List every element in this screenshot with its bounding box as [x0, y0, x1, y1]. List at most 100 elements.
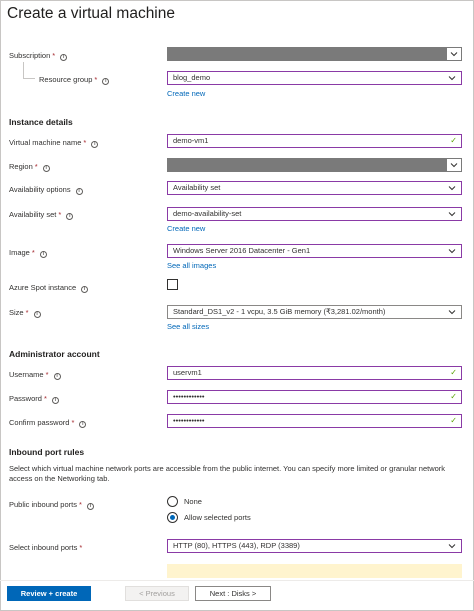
checkmark-icon: ✓ — [450, 136, 457, 145]
size-select[interactable]: Standard_DS1_v2 - 1 vcpu, 3.5 GiB memory… — [167, 305, 462, 319]
chevron-down-icon — [447, 208, 457, 220]
warning-banner — [167, 564, 462, 578]
spot-instance-checkbox[interactable] — [167, 279, 178, 290]
size-value: Standard_DS1_v2 - 1 vcpu, 3.5 GiB memory… — [173, 307, 386, 316]
review-create-button[interactable]: Review + create — [7, 586, 91, 601]
required-marker: * — [58, 210, 62, 219]
chevron-down-icon — [447, 72, 457, 84]
availability-set-label-text: Availability set — [9, 210, 57, 219]
password-label-text: Password — [9, 394, 42, 403]
password-input[interactable]: •••••••••••• ✓ — [167, 390, 462, 404]
chevron-down-icon — [447, 540, 457, 552]
resource-group-label: Resource group * i — [39, 75, 110, 85]
password-value: •••••••••••• — [173, 392, 205, 401]
select-ports-dropdown[interactable]: HTTP (80), HTTPS (443), RDP (3389) — [167, 539, 462, 553]
radio-allow-selected[interactable] — [167, 512, 178, 523]
see-all-images-link[interactable]: See all images — [167, 261, 216, 270]
region-label-text: Region — [9, 162, 33, 171]
image-value: Windows Server 2016 Datacenter - Gen1 — [173, 246, 311, 255]
info-icon[interactable]: i — [66, 213, 74, 220]
vm-name-input[interactable]: demo-vm1 ✓ — [167, 134, 462, 148]
chevron-down-icon — [447, 245, 457, 257]
info-icon[interactable]: i — [91, 141, 99, 148]
subscription-label: Subscription * i — [9, 51, 68, 61]
info-icon[interactable]: i — [53, 373, 61, 380]
required-marker: * — [94, 75, 98, 84]
resource-group-value: blog_demo — [173, 73, 211, 82]
public-ports-label-text: Public inbound ports — [9, 500, 77, 509]
info-icon[interactable]: i — [102, 78, 110, 85]
create-new-availability-set-link[interactable]: Create new — [167, 224, 205, 233]
next-disks-button[interactable]: Next : Disks > — [195, 586, 271, 601]
info-icon[interactable]: i — [42, 165, 50, 172]
required-marker: * — [25, 308, 29, 317]
info-icon[interactable]: i — [51, 397, 59, 404]
required-marker: * — [45, 370, 49, 379]
create-new-resource-group-link[interactable]: Create new — [167, 89, 205, 98]
select-ports-label-text: Select inbound ports — [9, 543, 78, 552]
checkmark-icon: ✓ — [450, 416, 457, 425]
spot-instance-label: Azure Spot instance i — [9, 283, 89, 293]
size-label: Size * i — [9, 308, 41, 318]
image-label-text: Image — [9, 248, 30, 257]
confirm-password-input[interactable]: •••••••••••• ✓ — [167, 414, 462, 428]
info-icon[interactable]: i — [33, 311, 41, 318]
image-select[interactable]: Windows Server 2016 Datacenter - Gen1 — [167, 244, 462, 258]
required-marker: * — [78, 500, 82, 509]
availability-options-label: Availability options i — [9, 185, 83, 195]
radio-none[interactable] — [167, 496, 178, 507]
see-all-sizes-link[interactable]: See all sizes — [167, 322, 209, 331]
checkmark-icon: ✓ — [450, 392, 457, 401]
tree-connector — [23, 78, 35, 79]
password-label: Password * i — [9, 394, 59, 404]
username-label-text: Username — [9, 370, 44, 379]
availability-set-label: Availability set * i — [9, 210, 74, 220]
chevron-down-icon — [447, 306, 457, 318]
info-icon[interactable]: i — [79, 421, 87, 428]
region-select[interactable] — [167, 158, 462, 172]
vm-name-label: Virtual machine name * i — [9, 138, 99, 148]
availability-set-value: demo-availability-set — [173, 209, 242, 218]
username-input[interactable]: uservm1 ✓ — [167, 366, 462, 380]
image-label: Image * i — [9, 248, 47, 258]
instance-details-heading: Instance details — [9, 117, 73, 127]
availability-options-label-text: Availability options — [9, 185, 71, 194]
tree-connector — [23, 62, 24, 78]
spot-instance-label-text: Azure Spot instance — [9, 283, 77, 292]
required-marker: * — [71, 418, 75, 427]
vm-name-label-text: Virtual machine name — [9, 138, 82, 147]
checkmark-icon: ✓ — [450, 368, 457, 377]
info-icon[interactable]: i — [81, 286, 89, 293]
username-label: Username * i — [9, 370, 61, 380]
radio-none-label: None — [184, 497, 202, 506]
radio-allow-selected-label: Allow selected ports — [184, 513, 251, 522]
vm-name-value: demo-vm1 — [173, 136, 209, 145]
subscription-select[interactable] — [167, 47, 462, 61]
inbound-rules-heading: Inbound port rules — [9, 447, 85, 457]
chevron-down-icon — [447, 159, 461, 171]
select-ports-label: Select inbound ports * — [9, 543, 82, 552]
info-icon[interactable]: i — [60, 54, 68, 61]
chevron-down-icon — [447, 48, 461, 60]
info-icon[interactable]: i — [86, 503, 94, 510]
required-marker: * — [83, 138, 87, 147]
required-marker: * — [43, 394, 47, 403]
confirm-password-label: Confirm password * i — [9, 418, 87, 428]
availability-options-value: Availability set — [173, 183, 221, 192]
required-marker: * — [79, 543, 83, 552]
confirm-password-value: •••••••••••• — [173, 416, 205, 425]
availability-options-select[interactable]: Availability set — [167, 181, 462, 195]
required-marker: * — [31, 248, 35, 257]
inbound-rules-description: Select which virtual machine network por… — [9, 464, 446, 483]
availability-set-select[interactable]: demo-availability-set — [167, 207, 462, 221]
select-ports-value: HTTP (80), HTTPS (443), RDP (3389) — [173, 541, 300, 550]
username-value: uservm1 — [173, 368, 202, 377]
previous-button[interactable]: < Previous — [125, 586, 189, 601]
chevron-down-icon — [447, 182, 457, 194]
info-icon[interactable]: i — [75, 188, 83, 195]
required-marker: * — [34, 162, 38, 171]
size-label-text: Size — [9, 308, 24, 317]
resource-group-select[interactable]: blog_demo — [167, 71, 462, 85]
info-icon[interactable]: i — [39, 251, 47, 258]
subscription-label-text: Subscription — [9, 51, 51, 60]
